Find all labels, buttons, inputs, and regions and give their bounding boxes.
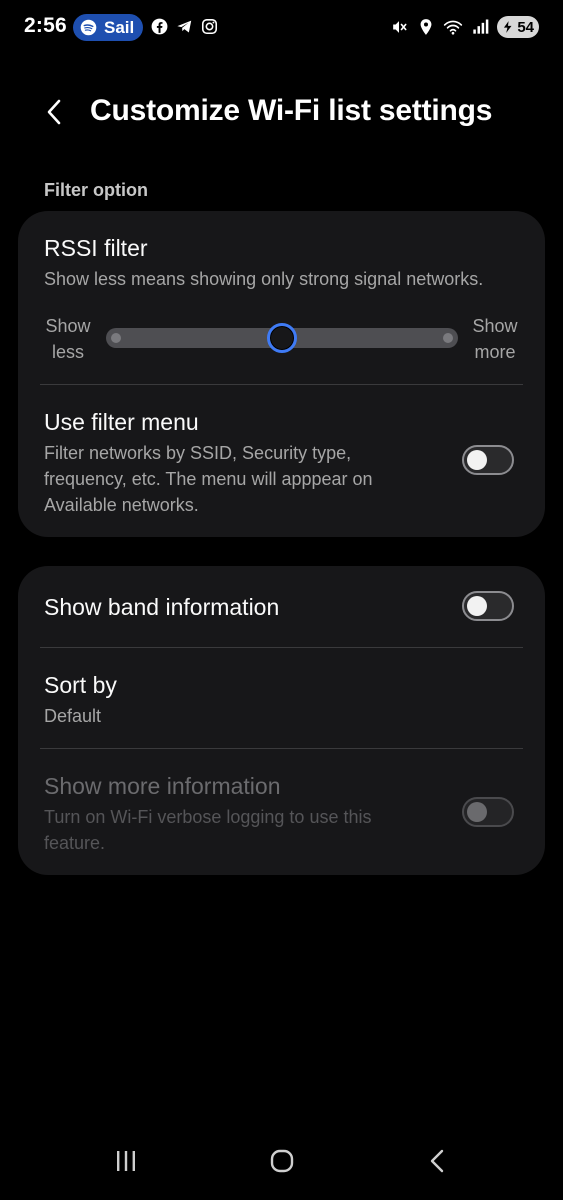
use-filter-menu-toggle[interactable] — [462, 445, 514, 475]
use-filter-menu-subtitle-line2: frequency, etc. The menu will apppear on — [44, 469, 373, 489]
back-button[interactable] — [36, 94, 72, 130]
notification-icons — [150, 17, 219, 36]
sort-by-title: Sort by — [44, 672, 117, 698]
app-header: Customize Wi-Fi list settings — [0, 80, 563, 144]
section-label-filter-option: Filter option — [44, 180, 148, 200]
sort-by-row[interactable]: Sort by Default — [18, 648, 545, 748]
status-bar: 2:56 Sail 54 — [0, 0, 563, 56]
slider-more-label: Show more — [465, 313, 525, 365]
show-more-info-subtitle-line1: Turn on Wi-Fi verbose logging to use thi… — [44, 807, 372, 827]
facebook-icon — [151, 18, 168, 35]
wifi-icon — [443, 20, 463, 35]
system-icons: 54 — [389, 16, 539, 38]
divider — [40, 384, 523, 385]
show-more-info-subtitle-line2: feature. — [44, 833, 106, 853]
sort-by-value: Default — [44, 706, 102, 726]
slider-tick-start — [111, 333, 121, 343]
mute-icon — [393, 21, 407, 33]
slider-less-label-line1: Show — [45, 316, 91, 336]
use-filter-menu-subtitle: Filter networks by SSID, Security type, … — [44, 440, 424, 518]
use-filter-menu-title: Use filter menu — [44, 409, 199, 435]
nav-recents-button[interactable] — [106, 1144, 146, 1178]
toggle-knob — [467, 802, 487, 822]
slider-more-label-line2: more — [474, 342, 516, 362]
navigation-bar — [0, 1130, 563, 1190]
spotify-icon — [80, 19, 97, 36]
slider-less-label-line2: less — [51, 342, 84, 362]
spotify-now-playing-pill[interactable]: Sail — [73, 14, 143, 41]
filter-options-card: RSSI filter Show less means showing only… — [18, 211, 545, 537]
slider-less-label: Show less — [38, 313, 98, 365]
charging-bolt-icon — [503, 21, 512, 33]
nav-back-button[interactable] — [418, 1144, 458, 1178]
instagram-icon — [201, 18, 218, 35]
rssi-slider-thumb[interactable] — [267, 323, 297, 353]
show-more-info-subtitle: Turn on Wi-Fi verbose logging to use thi… — [44, 804, 424, 856]
show-band-info-title: Show band information — [44, 594, 280, 620]
spotify-pill-label: Sail — [104, 17, 135, 37]
display-options-card: Show band information Sort by Default Sh… — [18, 566, 545, 875]
telegram-icon — [177, 20, 192, 33]
battery-level: 54 — [517, 18, 534, 36]
signal-icon — [473, 19, 489, 34]
slider-more-label-line1: Show — [472, 316, 518, 336]
home-icon — [270, 1149, 294, 1173]
show-band-info-toggle[interactable] — [462, 591, 514, 621]
page-title: Customize Wi-Fi list settings — [90, 94, 493, 127]
slider-tick-end — [443, 333, 453, 343]
show-more-info-title: Show more information — [44, 773, 281, 799]
status-time: 2:56 — [24, 14, 67, 37]
location-icon — [420, 19, 432, 35]
toggle-knob — [467, 450, 487, 470]
toggle-knob — [467, 596, 487, 616]
chevron-left-icon — [47, 99, 61, 125]
nav-home-button[interactable] — [262, 1144, 302, 1178]
back-icon — [430, 1149, 444, 1173]
divider — [40, 748, 523, 749]
rssi-filter-subtitle: Show less means showing only strong sign… — [44, 269, 484, 289]
use-filter-menu-subtitle-line3: Available networks. — [44, 495, 199, 515]
show-more-info-toggle — [462, 797, 514, 827]
use-filter-menu-subtitle-line1: Filter networks by SSID, Security type, — [44, 443, 352, 463]
screen: 2:56 Sail 54 Customize Wi-Fi list settin… — [0, 0, 563, 1200]
rssi-filter-title: RSSI filter — [44, 235, 148, 261]
recents-icon — [117, 1151, 135, 1171]
battery-icon: 54 — [497, 16, 539, 38]
